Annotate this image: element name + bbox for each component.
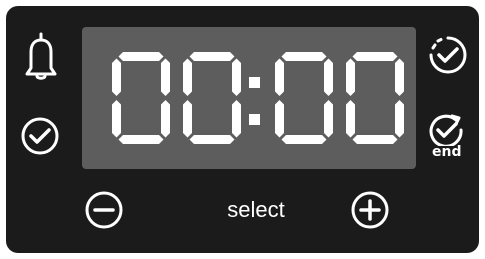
segment-a: [352, 52, 398, 61]
segment-b: [324, 58, 333, 96]
seven-segment-digits: [112, 52, 404, 144]
segment-f: [112, 58, 121, 96]
minus-button[interactable]: [84, 190, 124, 230]
check-clock-icon: [21, 117, 59, 155]
segment-e: [183, 100, 192, 138]
segment-c: [324, 100, 333, 138]
oven-control-panel: 00:00 end: [6, 6, 479, 253]
segment-f: [275, 58, 284, 96]
colon-dot: [249, 114, 260, 125]
minus-circle-icon: [85, 191, 123, 229]
plus-button[interactable]: [350, 190, 390, 230]
duration-button[interactable]: [428, 35, 468, 75]
segment-d: [352, 135, 398, 144]
segment-c: [395, 100, 404, 138]
segment-b: [395, 58, 404, 96]
bell-icon: [25, 32, 57, 80]
segment-b: [232, 58, 241, 96]
segment-e: [112, 100, 121, 138]
segment-b: [161, 58, 170, 96]
segment-d: [118, 135, 164, 144]
colon-dot: [249, 77, 260, 88]
segment-f: [346, 58, 355, 96]
plus-circle-icon: [351, 191, 389, 229]
end-label: end: [432, 144, 462, 160]
segment-a: [281, 52, 327, 61]
alarm-button[interactable]: [23, 32, 59, 80]
segment-a: [118, 52, 164, 61]
timer-arrow-check-icon: [429, 114, 463, 146]
segment-e: [346, 100, 355, 138]
time-display: 00:00: [82, 27, 416, 169]
segment-c: [232, 100, 241, 138]
segment-c: [161, 100, 170, 138]
timer-dashed-check-icon: [429, 36, 467, 74]
segment-f: [183, 58, 192, 96]
segment-d: [281, 135, 327, 144]
segment-d: [189, 135, 235, 144]
timer-button[interactable]: [20, 116, 60, 156]
select-button[interactable]: select: [202, 196, 310, 224]
end-time-button[interactable]: end: [426, 112, 470, 159]
segment-a: [189, 52, 235, 61]
segment-e: [275, 100, 284, 138]
